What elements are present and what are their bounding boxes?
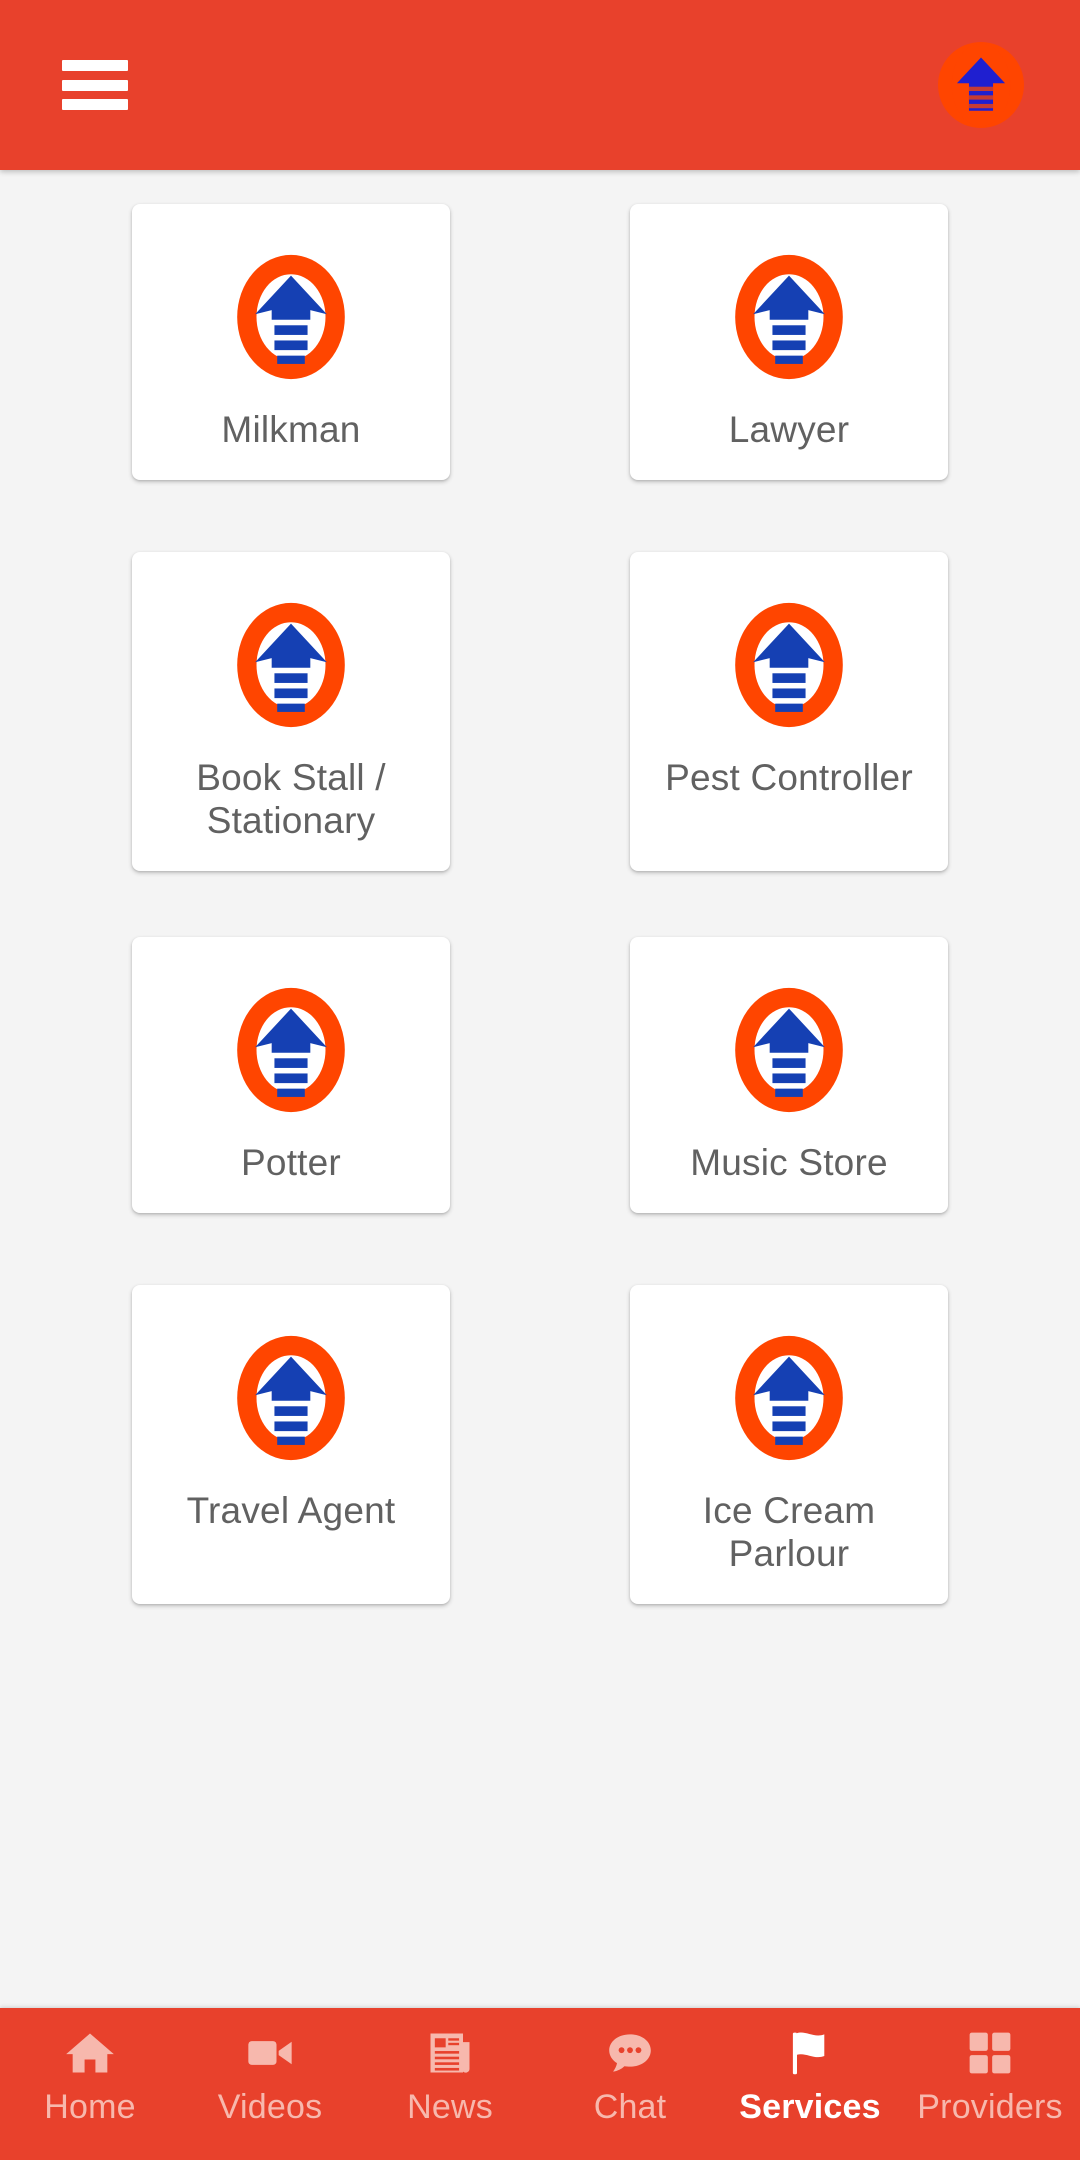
grid-cell: Ice Cream Parlour xyxy=(540,1267,1038,1658)
service-card-travel-agent[interactable]: Travel Agent xyxy=(132,1284,450,1604)
nav-item-label: News xyxy=(407,2088,493,2126)
nav-item-providers[interactable]: Providers xyxy=(900,2008,1080,2160)
service-card-book-stall-stationary[interactable]: Book Stall / Stationary xyxy=(132,551,450,871)
service-card-label: Milkman xyxy=(221,409,361,450)
nav-item-label: Home xyxy=(44,2088,136,2126)
hamburger-bar xyxy=(62,60,128,71)
service-arrow-icon xyxy=(222,981,360,1119)
service-card-milkman[interactable]: Milkman xyxy=(132,204,450,480)
nav-item-label: Providers xyxy=(917,2088,1063,2126)
app-root: Milkman Lawyer Book Stall / Stationary P… xyxy=(0,0,1080,2160)
service-card-music-store[interactable]: Music Store xyxy=(630,936,948,1213)
nav-item-news[interactable]: News xyxy=(360,2008,540,2160)
service-arrow-icon xyxy=(720,981,858,1119)
grid-cell: Milkman xyxy=(42,186,540,534)
home-icon xyxy=(61,2024,119,2082)
grid-cell: Travel Agent xyxy=(42,1267,540,1658)
service-arrow-icon xyxy=(222,596,360,734)
service-card-pest-controller[interactable]: Pest Controller xyxy=(630,551,948,871)
bottom-navigation-bar: Home Videos News Chat Services Providers xyxy=(0,2008,1080,2160)
service-card-label: Lawyer xyxy=(728,409,850,450)
services-scroll-area[interactable]: Milkman Lawyer Book Stall / Stationary P… xyxy=(0,170,1080,2160)
nav-item-label: Services xyxy=(739,2088,881,2126)
service-arrow-icon xyxy=(222,248,360,386)
flag-icon xyxy=(781,2024,839,2082)
hamburger-bar xyxy=(62,99,128,110)
nav-item-services[interactable]: Services xyxy=(720,2008,900,2160)
grid-cell: Pest Controller xyxy=(540,534,1038,919)
app-bar xyxy=(0,0,1080,170)
service-arrow-icon xyxy=(222,1329,360,1467)
service-card-label: Travel Agent xyxy=(186,1489,396,1531)
nav-item-chat[interactable]: Chat xyxy=(540,2008,720,2160)
service-card-label: Music Store xyxy=(690,1141,888,1183)
service-card-potter[interactable]: Potter xyxy=(132,936,450,1213)
nav-item-home[interactable]: Home xyxy=(0,2008,180,2160)
service-arrow-icon xyxy=(720,1329,858,1467)
newspaper-icon xyxy=(421,2024,479,2082)
hamburger-bar xyxy=(62,79,128,91)
service-card-label: Pest Controller xyxy=(665,756,913,798)
service-card-lawyer[interactable]: Lawyer xyxy=(630,204,948,480)
grid-cell: Book Stall / Stationary xyxy=(42,534,540,919)
service-card-label: Potter xyxy=(241,1141,341,1183)
hamburger-menu-icon[interactable] xyxy=(62,60,128,110)
grid-squares-icon xyxy=(961,2024,1019,2082)
service-arrow-icon xyxy=(720,596,858,734)
nav-item-label: Chat xyxy=(593,2088,667,2126)
chat-bubble-icon xyxy=(601,2024,659,2082)
grid-cell: Potter xyxy=(42,919,540,1267)
service-card-label: Book Stall / Stationary xyxy=(196,756,386,842)
app-logo-arrow-icon[interactable] xyxy=(938,42,1024,128)
video-camera-icon xyxy=(241,2024,299,2082)
service-card-ice-cream-parlour[interactable]: Ice Cream Parlour xyxy=(630,1284,948,1604)
service-arrow-icon xyxy=(720,248,858,386)
services-grid: Milkman Lawyer Book Stall / Stationary P… xyxy=(0,186,1080,1658)
grid-cell: Lawyer xyxy=(540,186,1038,534)
service-card-label: Ice Cream Parlour xyxy=(702,1489,876,1575)
nav-item-videos[interactable]: Videos xyxy=(180,2008,360,2160)
grid-cell: Music Store xyxy=(540,919,1038,1267)
nav-item-label: Videos xyxy=(217,2088,323,2126)
